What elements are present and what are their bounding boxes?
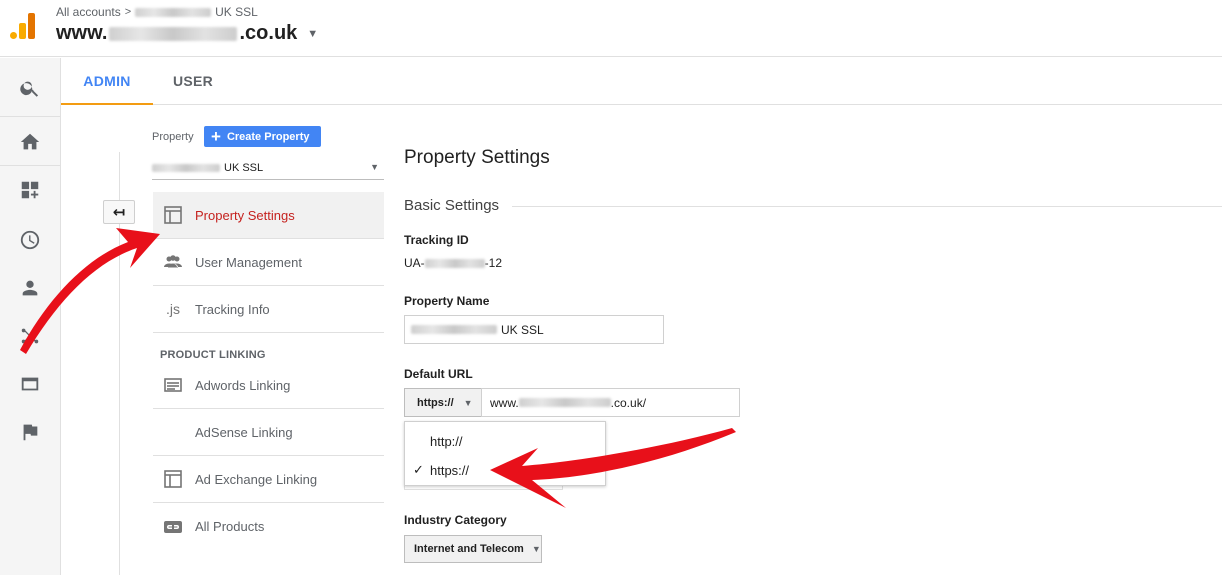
menu-item-user-management[interactable]: User Management (153, 239, 384, 286)
protocol-dropdown[interactable]: https:// ▼ (404, 388, 482, 417)
url-prefix: www. (490, 395, 519, 410)
option-label: http:// (430, 433, 463, 449)
property-selector-value: UK SSL (224, 161, 264, 174)
menu-item-property-settings[interactable]: Property Settings (153, 192, 384, 239)
check-icon: ✓ (413, 462, 424, 477)
menu-item-all-products[interactable]: All Products (153, 503, 384, 550)
menu-item-label: User Management (195, 254, 302, 270)
menu-item-label: All Products (195, 519, 265, 534)
option-label: https:// (430, 462, 470, 478)
chevron-down-icon[interactable]: ▼ (307, 28, 318, 40)
menu-item-label: Adwords Linking (195, 377, 291, 393)
tracking-id-value: UA- -12 (404, 256, 502, 270)
adwords-icon (153, 375, 193, 395)
acquisition-icon[interactable] (0, 312, 60, 360)
redacted-property-name (152, 163, 220, 172)
chevron-down-icon[interactable]: ▼ (532, 544, 541, 554)
tracking-id-suffix: -12 (484, 256, 503, 270)
analytics-logo-icon[interactable] (10, 13, 36, 39)
industry-category-label: Industry Category (404, 513, 507, 527)
realtime-icon[interactable] (0, 216, 60, 264)
menu-item-label: Property Settings (195, 207, 295, 223)
chevron-down-icon[interactable]: ▼ (370, 162, 379, 172)
behavior-icon[interactable] (0, 360, 60, 408)
menu-item-label: Ad Exchange Linking (195, 471, 318, 487)
layout-icon (153, 205, 193, 225)
industry-category-dropdown[interactable]: Internet and Telecom ▼ (404, 535, 542, 563)
tab-admin[interactable]: ADMIN (61, 58, 153, 105)
property-selector[interactable]: UK SSL ▼ (152, 156, 384, 180)
default-url-input[interactable]: www. .co.uk/ (481, 388, 740, 417)
chevron-down-icon[interactable]: ▼ (464, 398, 473, 408)
tab-user[interactable]: USER (153, 58, 233, 105)
menu-item-adsense-linking[interactable]: AdSense Linking (153, 409, 384, 456)
top-header: All accounts > UK SSL www. .co.uk ▼ (0, 0, 1222, 57)
protocol-option-http[interactable]: http:// (405, 426, 605, 456)
breadcrumb-separator: > (124, 6, 132, 18)
section-divider (512, 206, 1222, 207)
property-name-input[interactable]: UK SSL (404, 315, 664, 344)
breadcrumb-all-accounts[interactable]: All accounts (56, 5, 121, 19)
breadcrumb-property[interactable]: UK SSL (215, 5, 258, 19)
js-icon: .js (166, 301, 180, 317)
create-property-label: Create Property (226, 130, 310, 143)
search-icon[interactable] (0, 64, 60, 112)
view-selector[interactable]: www. .co.uk ▼ (56, 22, 318, 45)
tracking-id-prefix: UA- (404, 256, 425, 270)
property-name-label: Property Name (404, 294, 490, 308)
customization-icon[interactable] (0, 166, 60, 214)
menu-item-label: Tracking Info (195, 301, 270, 317)
home-icon[interactable] (0, 118, 60, 166)
redacted-property-name (411, 325, 497, 334)
collapse-back-button[interactable]: ↤ (103, 200, 135, 224)
redacted-account-name (135, 7, 212, 17)
property-label: Property (152, 131, 194, 143)
protocol-option-https[interactable]: ✓ https:// (405, 455, 605, 485)
default-url-label: Default URL (404, 367, 473, 381)
view-title-prefix: www. (56, 22, 108, 44)
audience-icon[interactable] (0, 264, 60, 312)
menu-item-adwords-linking[interactable]: Adwords Linking (153, 362, 384, 409)
protocol-options-menu: http:// ✓ https:// (404, 421, 606, 486)
menu-item-tracking-info[interactable]: .js Tracking Info (153, 286, 384, 333)
industry-value: Internet and Telecom (414, 543, 524, 555)
protocol-value: https:// (417, 396, 454, 409)
redacted-domain (518, 398, 611, 407)
menu-item-ad-exchange-linking[interactable]: Ad Exchange Linking (153, 456, 384, 503)
redacted-domain (109, 26, 238, 41)
create-property-button[interactable]: + Create Property (204, 126, 321, 147)
layout-icon (153, 469, 193, 489)
url-suffix: .co.uk/ (610, 395, 647, 410)
conversions-icon[interactable] (0, 408, 60, 456)
view-title-suffix: .co.uk (239, 22, 298, 44)
redacted-tracking-id (424, 258, 485, 268)
tracking-id-label: Tracking ID (404, 233, 469, 247)
product-linking-heading: PRODUCT LINKING (160, 349, 266, 361)
page-title: Property Settings (404, 147, 550, 168)
plus-icon: + (211, 127, 221, 146)
breadcrumb: All accounts > UK SSL (56, 5, 258, 19)
left-nav-rail (0, 58, 61, 575)
admin-user-tabs: ADMIN USER (61, 58, 1222, 105)
menu-item-label: AdSense Linking (195, 424, 293, 440)
property-name-value: UK SSL (501, 322, 544, 337)
link-icon (153, 517, 193, 537)
section-title: Basic Settings (404, 197, 500, 214)
users-icon (153, 252, 193, 272)
